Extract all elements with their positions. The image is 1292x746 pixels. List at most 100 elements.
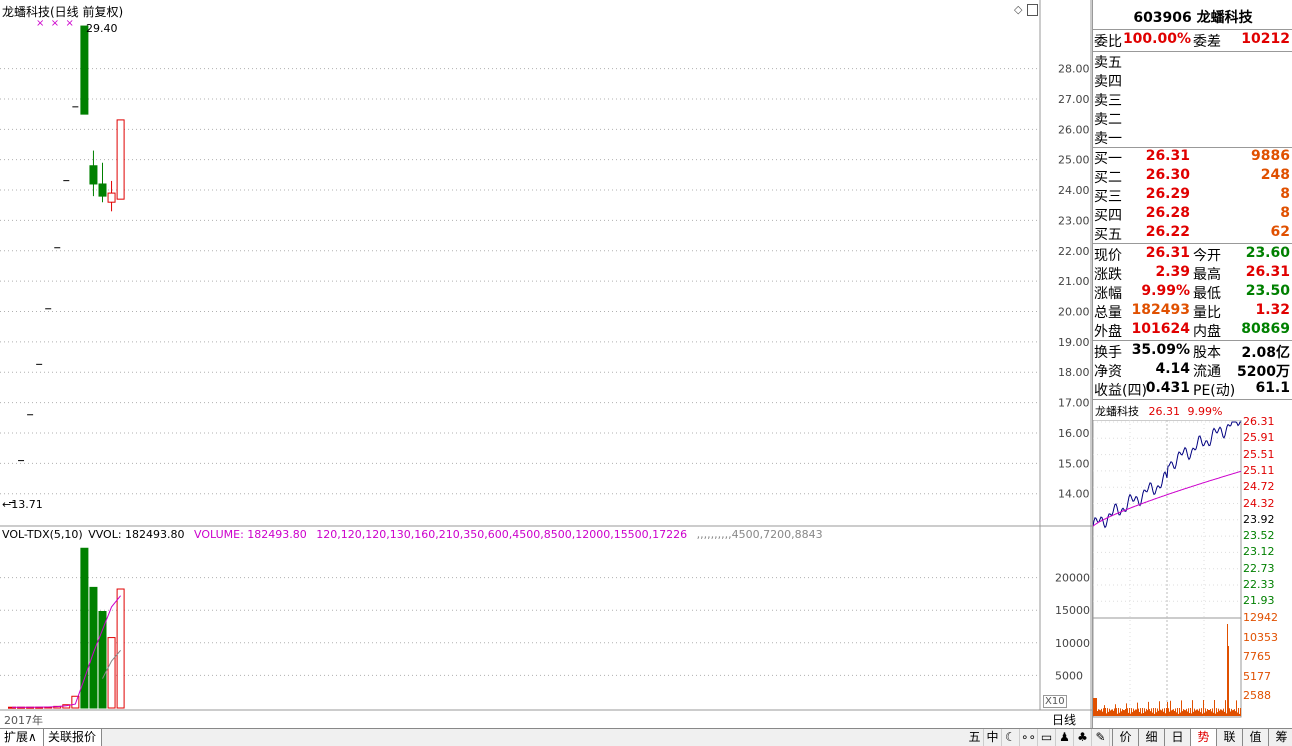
main-chart-area[interactable]: 28.00 27.00 26.00 25.00 24.00 23.00 22.00 21.00… <box>0 0 1092 728</box>
sell-row: 卖四 <box>1093 71 1292 90</box>
panel-tab[interactable]: 筹 <box>1268 729 1292 746</box>
toolbar-icon[interactable]: ∘∘ <box>1020 729 1038 746</box>
sell-level-label: 卖二 <box>1094 112 1122 128</box>
price-tick-label: 14.00 <box>1058 488 1090 501</box>
stat-value: 101624 <box>1131 321 1190 337</box>
price-tick-label: 18.00 <box>1058 366 1090 379</box>
candle-body <box>80 25 89 115</box>
price-tick-label: 16.00 <box>1058 427 1090 440</box>
fundamental-label: 收益(四) <box>1094 383 1147 399</box>
intraday-price-tick: 25.51 <box>1243 447 1275 461</box>
price-tick-label: 22.00 <box>1058 245 1090 258</box>
buy-row[interactable]: 买一 26.31 9886 <box>1093 148 1292 167</box>
panel-tab[interactable]: 势 <box>1190 729 1216 746</box>
toolbar-icon[interactable]: 五 <box>966 729 984 746</box>
buy-row[interactable]: 买五 26.22 62 <box>1093 224 1292 243</box>
sell-level-label: 卖一 <box>1094 131 1122 147</box>
buy-row[interactable]: 买二 26.30 248 <box>1093 167 1292 186</box>
fundamental-value: 61.1 <box>1255 380 1290 396</box>
buy-price: 26.22 <box>1145 224 1190 240</box>
buy-price: 26.29 <box>1145 186 1190 202</box>
panel-tab[interactable]: 联 <box>1216 729 1242 746</box>
buy-volume: 8 <box>1280 186 1290 202</box>
chart-title: 龙蟠科技(日线 前复权) <box>2 5 124 19</box>
buy-level-label: 买二 <box>1094 170 1122 186</box>
fundamental-row: 净资 4.14 流通 5200万 <box>1093 361 1292 380</box>
stat-label: 最低 <box>1193 286 1221 302</box>
stat-value: 23.50 <box>1245 283 1290 299</box>
toolbar-icon[interactable]: ♟ <box>1056 729 1074 746</box>
toolbar-icon[interactable]: ♣ <box>1074 729 1092 746</box>
intraday-price-tick: 26.31 <box>1243 415 1275 428</box>
stat-value: 23.60 <box>1245 245 1290 261</box>
buy-row[interactable]: 买三 26.29 8 <box>1093 186 1292 205</box>
intraday-price-tick: 25.91 <box>1243 431 1275 445</box>
stat-value: 9.99% <box>1141 283 1190 299</box>
stat-value: 1.32 <box>1255 302 1290 318</box>
toolbar-icon[interactable]: ✎ <box>1092 729 1110 746</box>
price-tick-label: 20.00 <box>1058 306 1090 319</box>
price-tick-label: 24.00 <box>1058 184 1090 197</box>
intraday-vol-tick: 12942 <box>1243 611 1278 624</box>
price-tick-label: 25.00 <box>1058 154 1090 167</box>
buy-level-label: 买五 <box>1094 227 1122 243</box>
buy-level-label: 买三 <box>1094 189 1122 205</box>
fundamental-label: 净资 <box>1094 364 1122 380</box>
buy-volume: 8 <box>1280 205 1290 221</box>
stat-value: 26.31 <box>1145 245 1190 261</box>
vvol-value: VVOL: 182493.80 <box>88 528 185 541</box>
stat-label: 最高 <box>1193 267 1221 283</box>
fundamental-label: 流通 <box>1193 364 1221 380</box>
bottom-bar: 扩展∧ 关联报价 五中 ☾ ∘∘ ▭ ♟ ♣ ✎ 价细日势联值筹 <box>0 728 1292 746</box>
kline-svg[interactable]: 28.00 27.00 26.00 25.00 24.00 23.00 22.00 21.00… <box>0 0 1092 728</box>
stat-row: 涨跌 2.39 最高 26.31 <box>1093 264 1292 283</box>
panel-tab[interactable]: 日 <box>1164 729 1190 746</box>
window-toggle-icon[interactable] <box>1027 4 1038 16</box>
price-tick-label: 27.00 <box>1058 93 1090 106</box>
related-quote-tab[interactable]: 关联报价 <box>44 729 102 746</box>
quote-panel: 603906 龙蟠科技 委比 100.00% 委差 10212 卖五 卖四 卖三 卖二… <box>1092 0 1292 728</box>
expand-tab[interactable]: 扩展∧ <box>0 729 44 746</box>
fundamental-value: 4.14 <box>1155 361 1190 377</box>
diamond-icon[interactable]: ◇ <box>1014 3 1022 16</box>
stat-row: 现价 26.31 今开 23.60 <box>1093 245 1292 264</box>
fundamental-row: 收益(四) 0.431 PE(动) 61.1 <box>1093 380 1292 399</box>
candle-body <box>98 183 107 197</box>
buy-level-label: 买一 <box>1094 151 1122 167</box>
intraday-price-tick: 24.32 <box>1243 496 1275 510</box>
intraday-price-tick: 23.52 <box>1243 529 1275 543</box>
volume-bar <box>80 547 89 709</box>
panel-tab[interactable]: 价 <box>1112 729 1138 746</box>
buy-price: 26.30 <box>1145 167 1190 183</box>
period-label[interactable]: 日线 <box>1052 711 1076 728</box>
panel-tab[interactable]: 细 <box>1138 729 1164 746</box>
buy-row[interactable]: 买四 26.28 8 <box>1093 205 1292 224</box>
fundamental-value: 5200万 <box>1237 364 1290 380</box>
stat-label: 今开 <box>1193 248 1221 264</box>
buy-volume: 9886 <box>1251 148 1290 164</box>
price-tick-label: 15.00 <box>1058 457 1090 470</box>
buy-volume: 62 <box>1270 224 1290 240</box>
sell-row: 卖三 <box>1093 90 1292 109</box>
panel-tab[interactable]: 值 <box>1242 729 1268 746</box>
fundamental-label: 股本 <box>1193 345 1221 361</box>
intraday-header: 龙蟠科技 26.31 9.99% <box>1095 405 1223 418</box>
intraday-price-tick: 25.11 <box>1243 463 1275 477</box>
vol-tick-label: 15000 <box>1055 604 1090 617</box>
volume-bar <box>107 637 116 709</box>
toolbar-icon[interactable]: ☾ <box>1002 729 1020 746</box>
price-tick-label: 26.00 <box>1058 123 1090 136</box>
toolbar-icon[interactable]: 中 <box>984 729 1002 746</box>
price-tick-label: 19.00 <box>1058 336 1090 349</box>
stat-row: 涨幅 9.99% 最低 23.50 <box>1093 283 1292 302</box>
intraday-price-tick: 24.72 <box>1243 480 1275 494</box>
fundamental-label: PE(动) <box>1193 383 1236 399</box>
buy-price: 26.31 <box>1145 148 1190 164</box>
toolbar-icon[interactable]: ▭ <box>1038 729 1056 746</box>
intraday-price-tick: 23.12 <box>1243 545 1275 559</box>
stat-label: 涨跌 <box>1094 267 1122 283</box>
sell-row: 卖五 <box>1093 52 1292 71</box>
vol-tick-label: 5000 <box>1055 669 1083 682</box>
candle-body <box>116 119 125 200</box>
intraday-avg-line <box>1093 470 1242 527</box>
